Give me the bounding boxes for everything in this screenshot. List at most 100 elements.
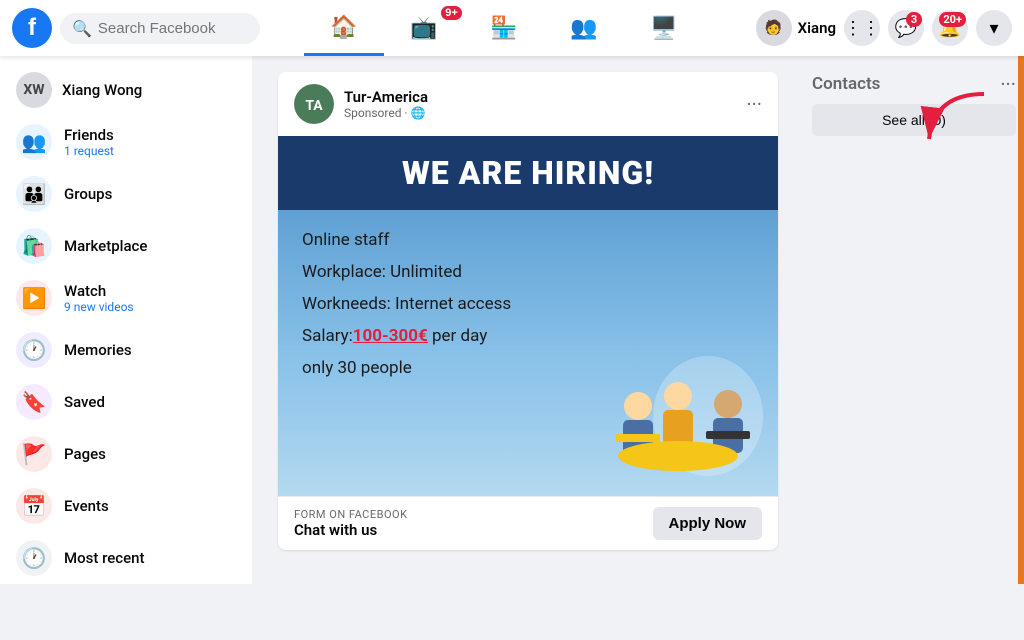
watch-label: Watch [64,282,134,300]
friends-icon: 👥 [16,124,52,160]
most-recent-label: Most recent [64,549,144,567]
sidebar-item-groups[interactable]: 👪 Groups [8,168,244,220]
groups-label: Groups [64,185,112,203]
notifications-badge: 20+ [939,12,966,27]
see-all-contacts-button[interactable]: See all (0) [812,104,1016,136]
friends-label: Friends [64,126,114,144]
post-header: TA Tur-America Sponsored · 🌐 ··· [278,72,778,136]
contacts-more-button[interactable]: ··· [1000,72,1016,96]
groups-nav-button[interactable]: 👥 [544,4,624,52]
right-edge-strip [1018,56,1024,584]
sidebar: XW Xiang Wong 👥 Friends 1 request 👪 Grou… [0,56,252,584]
sidebar-item-events[interactable]: 📅 Events [8,480,244,532]
post-footer: FORM ON FACEBOOK Chat with us Apply Now [278,496,778,550]
nav-center: 🏠 📺 9+ 🏪 👥 🖥️ [304,0,704,56]
post-line-salary: Salary:100-300€ per day [302,326,754,346]
post-sponsored-label: Sponsored · 🌐 [344,106,736,120]
video-icon: 📺 [410,15,437,41]
gaming-nav-button[interactable]: 🖥️ [624,4,704,52]
memories-label: Memories [64,341,132,359]
post-page-avatar: TA [294,84,334,124]
saved-label: Saved [64,393,105,411]
events-icon: 📅 [16,488,52,524]
account-menu-button[interactable]: ▾ [976,10,1012,46]
messenger-button[interactable]: 💬 3 [888,10,924,46]
friends-label-wrap: Friends 1 request [64,126,114,158]
post-ad-body: Online staff Workplace: Unlimited Workne… [278,210,778,410]
topnav: f 🔍 🏠 📺 9+ 🏪 👥 🖥️ 🧑 Xiang [0,0,1024,56]
sidebar-user-profile[interactable]: XW Xiang Wong [8,64,244,116]
hiring-text: WE ARE HIRING! [298,154,758,192]
chevron-down-icon: ▾ [989,18,998,39]
memories-icon: 🕐 [16,332,52,368]
nav-right: 🧑 Xiang ⋮⋮ 💬 3 🔔 20+ ▾ [756,10,1012,46]
sidebar-item-pages[interactable]: 🚩 Pages [8,428,244,480]
post-line-4: only 30 people [302,358,754,378]
sidebar-item-friends[interactable]: 👥 Friends 1 request [8,116,244,168]
saved-icon: 🔖 [16,384,52,420]
salary-amount: 100-300€ [353,326,428,346]
sidebar-item-watch[interactable]: ▶️ Watch 9 new videos [8,272,244,324]
events-label: Events [64,497,109,515]
user-name-label: Xiang [798,19,836,37]
sidebar-user-avatar: XW [16,72,52,108]
sidebar-item-saved[interactable]: 🔖 Saved [8,376,244,428]
messenger-badge: 3 [906,12,922,27]
apps-grid-button[interactable]: ⋮⋮ [844,10,880,46]
watch-label-wrap: Watch 9 new videos [64,282,134,314]
post-ad-image: WE ARE HIRING! Online staff Workplace: U… [278,136,778,496]
apply-now-button[interactable]: Apply Now [653,507,763,540]
search-input[interactable] [98,20,248,37]
avatar-placeholder: 🧑 [765,20,782,36]
post-line-1: Online staff [302,230,754,250]
sidebar-item-memories[interactable]: 🕐 Memories [8,324,244,376]
facebook-logo[interactable]: f [12,8,52,48]
video-badge: 9+ [441,6,462,20]
home-nav-button[interactable]: 🏠 [304,0,384,56]
people-icon: 👥 [570,15,597,41]
friends-sub: 1 request [64,144,114,158]
salary-suffix: per day [428,326,488,346]
gaming-icon: 🖥️ [650,15,677,41]
post-meta: Tur-America Sponsored · 🌐 [344,88,736,120]
marketplace-nav-button[interactable]: 🏪 [464,4,544,52]
search-box[interactable]: 🔍 [60,13,260,44]
groups-icon: 👪 [16,176,52,212]
watch-sub: 9 new videos [64,300,134,314]
svg-text:TA: TA [305,98,323,114]
marketplace-icon: 🛍️ [16,228,52,264]
post-card: TA Tur-America Sponsored · 🌐 ··· WE ARE … [278,72,778,550]
most-recent-icon: 🕐 [16,540,52,576]
post-line-2: Workplace: Unlimited [302,262,754,282]
contacts-header: Contacts ··· [812,72,1016,96]
user-profile-btn[interactable]: 🧑 Xiang [756,10,836,46]
form-label: FORM ON FACEBOOK [294,508,408,521]
grid-icon: ⋮⋮ [844,18,880,39]
page-layout: XW Xiang Wong 👥 Friends 1 request 👪 Grou… [0,56,1024,584]
feed-inner: TA Tur-America Sponsored · 🌐 ··· WE ARE … [278,72,778,568]
hiring-banner: WE ARE HIRING! [278,136,778,210]
pages-icon: 🚩 [16,436,52,472]
sidebar-item-marketplace[interactable]: 🛍️ Marketplace [8,220,244,272]
pages-label: Pages [64,445,106,463]
main-feed: TA Tur-America Sponsored · 🌐 ··· WE ARE … [252,56,804,584]
right-panel: Contacts ··· See all (0) [804,56,1024,584]
form-title: Chat with us [294,521,408,539]
salary-label: Salary: [302,326,353,346]
post-more-button[interactable]: ··· [746,92,762,116]
notifications-button[interactable]: 🔔 20+ [932,10,968,46]
store-icon: 🏪 [490,15,517,41]
sidebar-user-name: Xiang Wong [62,81,142,99]
sidebar-item-most-recent[interactable]: 🕐 Most recent [8,532,244,584]
post-page-name: Tur-America [344,88,736,106]
marketplace-label: Marketplace [64,237,147,255]
svg-text:f: f [28,14,37,41]
user-avatar: 🧑 [756,10,792,46]
contacts-title: Contacts [812,74,880,94]
search-icon: 🔍 [72,19,92,38]
video-nav-button[interactable]: 📺 9+ [384,4,464,52]
post-line-3: Workneeds: Internet access [302,294,754,314]
home-icon: 🏠 [330,14,357,40]
form-info: FORM ON FACEBOOK Chat with us [294,508,408,539]
watch-icon: ▶️ [16,280,52,316]
